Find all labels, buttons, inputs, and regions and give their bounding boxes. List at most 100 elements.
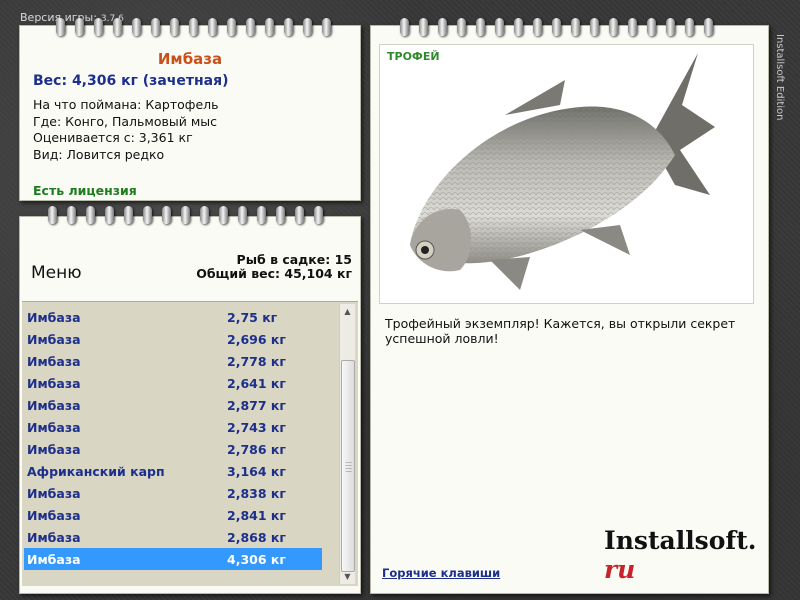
ring-binder-icon	[434, 18, 453, 40]
ring-binder-icon	[681, 18, 700, 40]
rarity-line: Вид: Ловится редко	[33, 146, 165, 162]
ring-binder-icon	[101, 206, 120, 228]
trophy-card: ТРОФЕЙ Трофейный экземпляр! Кажется, вы …	[370, 25, 769, 594]
fish-list-name: Имбаза	[27, 398, 81, 413]
ring-binder-icon	[196, 206, 215, 228]
fish-list-weight: 2,75 кг	[227, 310, 278, 325]
fish-list-name: Имбаза	[27, 530, 81, 545]
fish-weight: Вес: 4,306 кг (зачетная)	[33, 73, 229, 89]
fish-list-name: Имбаза	[27, 508, 81, 523]
ring-binder-icon	[139, 206, 158, 228]
ring-binder-icon	[109, 18, 128, 40]
fish-list[interactable]: Имбаза 2,75 кг Имбаза 2,696 кг Имбаза 2,778 к…	[22, 301, 358, 586]
fish-list-weight: 2,841 кг	[227, 508, 286, 523]
ring-binder-icon	[234, 206, 253, 228]
ring-binder-icon	[253, 206, 272, 228]
hotkeys-link[interactable]: Горячие клавиши	[382, 566, 500, 580]
ring-binder-icon	[280, 18, 299, 40]
ring-binder-icon	[63, 206, 82, 228]
ring-binder-icon	[82, 206, 101, 228]
ring-binder-icon	[44, 206, 63, 228]
ring-binder-icon	[299, 18, 318, 40]
list-item[interactable]: Имбаза 2,877 кг	[24, 394, 322, 416]
ring-binder-icon	[396, 18, 415, 40]
ring-binder-icon	[90, 18, 109, 40]
ring-binder-icon	[261, 18, 280, 40]
fish-list-weight: 2,868 кг	[227, 530, 286, 545]
scroll-up-icon[interactable]: ▲	[340, 304, 355, 319]
ring-binder-icon	[120, 206, 139, 228]
ring-binder-icon	[272, 206, 291, 228]
ring-binder-icon	[310, 206, 329, 228]
list-scrollbar[interactable]: ▲ — — — — ▼	[339, 304, 355, 584]
list-item[interactable]: Имбаза 2,868 кг	[24, 526, 322, 548]
catch-stats: Рыб в садке: 15 Общий вес: 45,104 кг	[196, 253, 352, 281]
scroll-thumb[interactable]: — — — —	[341, 360, 355, 572]
ring-binder-icon	[472, 18, 491, 40]
fish-list-weight: 2,641 кг	[227, 376, 286, 391]
list-item[interactable]: Имбаза 2,641 кг	[24, 372, 322, 394]
edition-side-text: Installsoft Edition	[774, 34, 785, 121]
list-item[interactable]: Африканский карп 3,164 кг	[24, 460, 322, 482]
ring-binder-icon	[548, 18, 567, 40]
list-item[interactable]: Имбаза 2,75 кг	[24, 306, 322, 328]
catch-info-card: Имбаза Вес: 4,306 кг (зачетная) На что п…	[19, 25, 361, 201]
list-item[interactable]: Имбаза 2,786 кг	[24, 438, 322, 460]
ring-binder-icon	[662, 18, 681, 40]
ring-binder-icon	[529, 18, 548, 40]
ring-binder-mid-left	[44, 206, 329, 228]
rated-line: Оценивается с: 3,361 кг	[33, 130, 193, 145]
ring-binder-icon	[204, 18, 223, 40]
list-item[interactable]: Имбаза 2,743 кг	[24, 416, 322, 438]
ring-binder-icon	[643, 18, 662, 40]
fish-list-weight: 2,877 кг	[227, 398, 286, 413]
ring-binder-icon	[166, 18, 185, 40]
fish-list-name: Имбаза	[27, 486, 81, 501]
ring-binder-icon	[158, 206, 177, 228]
fish-image	[410, 53, 715, 290]
fish-list-name: Имбаза	[27, 376, 81, 391]
fish-list-weight: 2,696 кг	[227, 332, 286, 347]
fish-list-name: Имбаза	[27, 552, 81, 567]
license-status: Есть лицензия	[33, 183, 137, 198]
scroll-down-icon[interactable]: ▼	[340, 569, 355, 584]
bait-line: На что поймана: Картофель	[33, 97, 219, 112]
grip-icon: — — — —	[345, 458, 352, 475]
list-item[interactable]: Имбаза 2,778 кг	[24, 350, 322, 372]
ring-binder-right	[396, 18, 719, 40]
ring-binder-icon	[128, 18, 147, 40]
ring-binder-icon	[223, 18, 242, 40]
logo-suffix: ru	[604, 555, 636, 584]
fish-list-weight: 4,306 кг	[227, 552, 286, 567]
ring-binder-icon	[491, 18, 510, 40]
fish-list-name: Имбаза	[27, 354, 81, 369]
list-item[interactable]: Имбаза 2,838 кг	[24, 482, 322, 504]
logo-main: Installsoft.	[604, 526, 757, 555]
ring-binder-icon	[215, 206, 234, 228]
catch-details: На что поймана: Картофель Где: Конго, Па…	[33, 97, 219, 163]
installsoft-logo: Installsoft. ru	[604, 526, 768, 584]
ring-binder-icon	[52, 18, 71, 40]
trophy-description: Трофейный экземпляр! Кажется, вы открыли…	[385, 316, 736, 346]
fish-list-weight: 2,743 кг	[227, 420, 286, 435]
ring-binder-icon	[700, 18, 719, 40]
fish-list-weight: 3,164 кг	[227, 464, 286, 479]
ring-binder-icon	[242, 18, 261, 40]
ring-binder-icon	[291, 206, 310, 228]
list-item[interactable]: Имбаза 4,306 кг	[24, 548, 322, 570]
fish-list-weight: 2,778 кг	[227, 354, 286, 369]
fish-list-name: Имбаза	[27, 310, 81, 325]
list-item[interactable]: Имбаза 2,696 кг	[24, 328, 322, 350]
ring-binder-icon	[510, 18, 529, 40]
fish-list-weight: 2,786 кг	[227, 442, 286, 457]
trophy-label: ТРОФЕЙ	[387, 50, 440, 63]
ring-binder-icon	[71, 18, 90, 40]
place-line: Где: Конго, Пальмовый мыс	[33, 113, 217, 129]
fish-name: Имбаза	[157, 50, 223, 68]
list-item[interactable]: Имбаза 2,841 кг	[24, 504, 322, 526]
fish-list-weight: 2,838 кг	[227, 486, 286, 501]
fish-list-name: Имбаза	[27, 332, 81, 347]
fish-count: Рыб в садке: 15	[236, 252, 352, 267]
ring-binder-icon	[147, 18, 166, 40]
ring-binder-icon	[415, 18, 434, 40]
